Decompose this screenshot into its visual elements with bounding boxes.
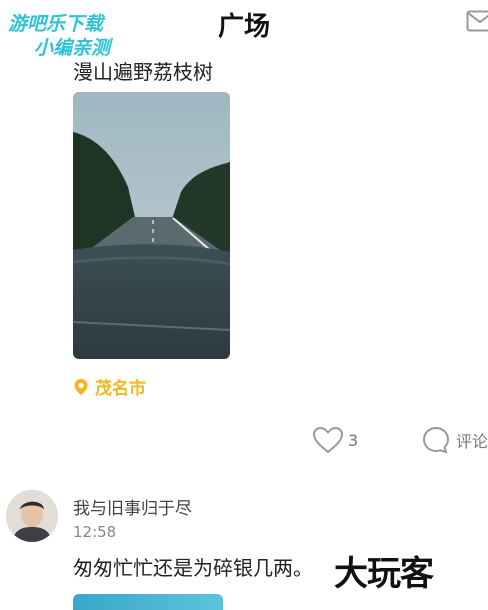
road-photo-image [73,92,230,359]
comment-icon [422,426,450,454]
location-tag[interactable]: 茂名市 [73,374,146,399]
comment-label: 评论 [456,428,488,452]
brand-watermark: 大玩客 [334,546,433,595]
location-name: 茂名市 [95,374,146,399]
watermark: 游吧乐下载 小编亲测 [8,12,110,60]
like-button[interactable]: 3 [312,426,358,454]
post-text: 漫山遍野荔枝树 [73,56,213,85]
location-pin-icon [73,378,89,396]
avatar-image [6,490,58,542]
avatar[interactable] [6,490,58,542]
mail-icon[interactable] [466,10,488,32]
comment-button[interactable]: 评论 [422,426,488,454]
post-photo[interactable] [73,594,223,610]
post-actions: 3 评论 [0,424,488,458]
watermark-line-1: 游吧乐下载 [8,12,110,36]
like-count: 3 [348,431,358,450]
post-text: 匆匆忙忙还是为碎银几两。 [73,552,313,581]
watermark-line-2: 小编亲测 [8,36,110,60]
username[interactable]: 我与旧事归于尽 [73,494,192,519]
post-time: 12:58 [73,523,116,541]
post-photo[interactable] [73,92,230,359]
heart-icon [312,426,344,454]
